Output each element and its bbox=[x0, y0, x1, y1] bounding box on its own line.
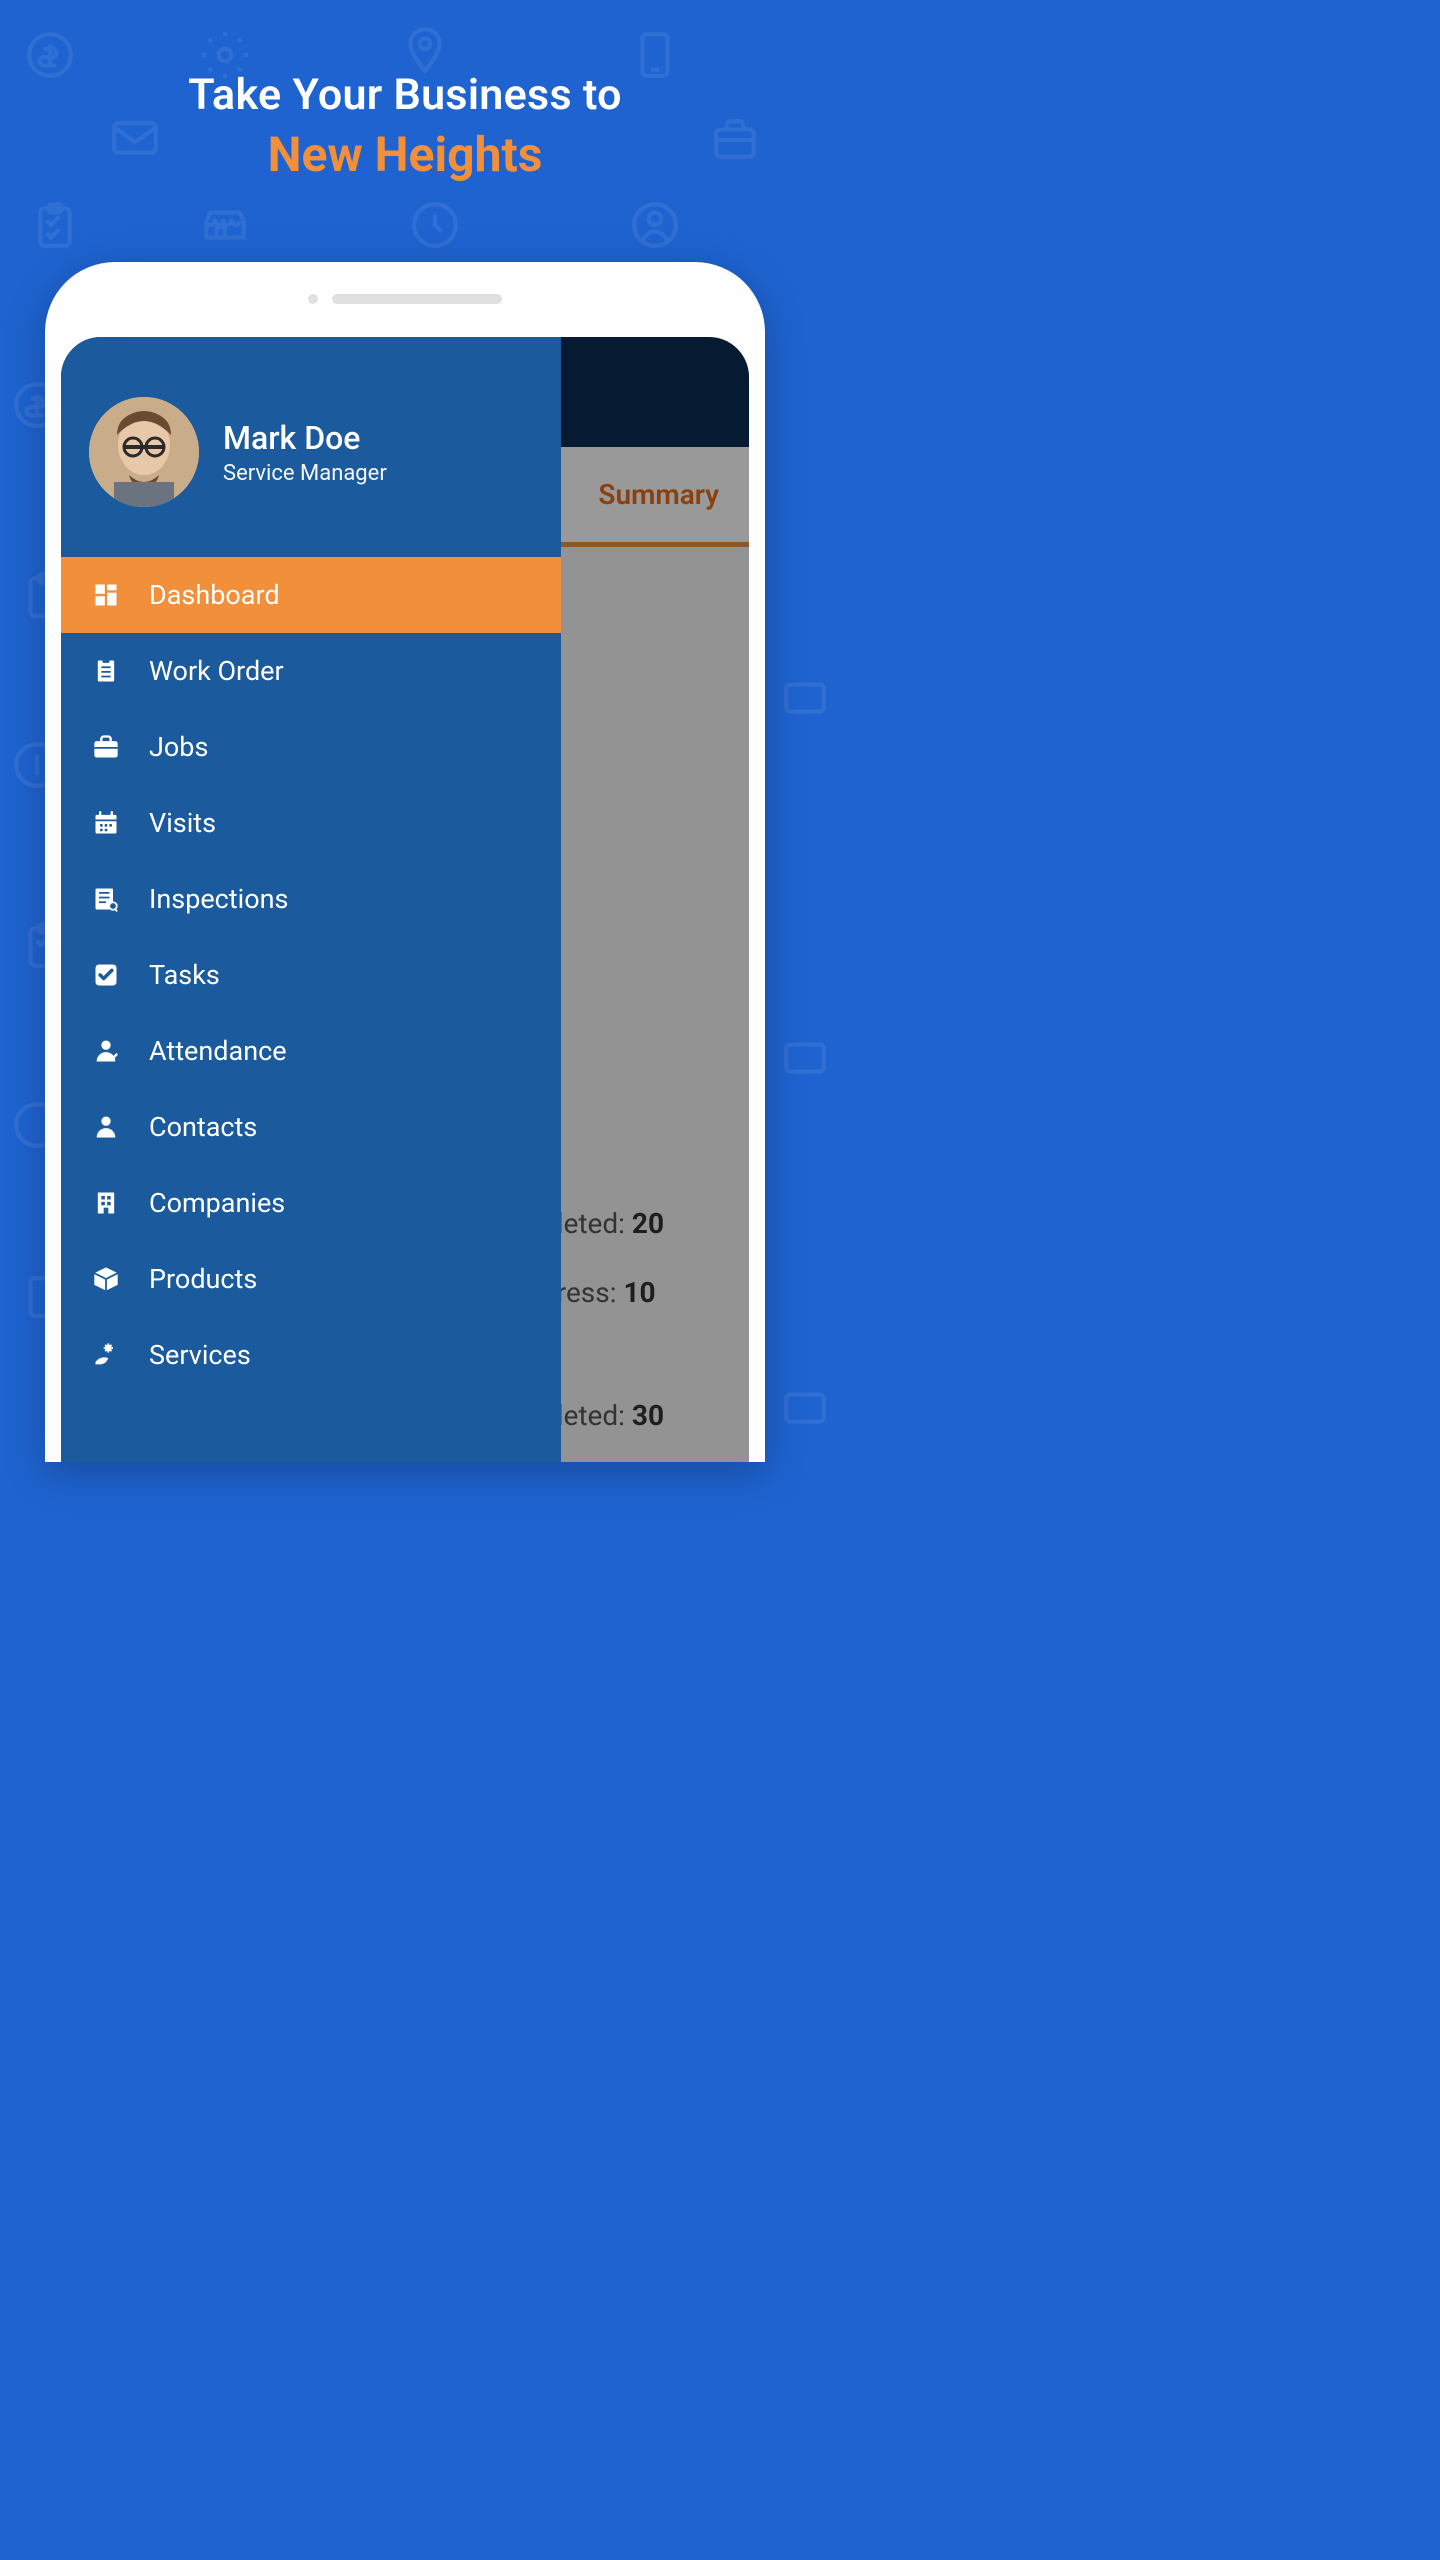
nav-item-companies[interactable]: Companies bbox=[61, 1165, 561, 1241]
checkbox-icon bbox=[91, 960, 121, 990]
nav-item-products[interactable]: Products bbox=[61, 1241, 561, 1317]
clipboard-icon bbox=[91, 656, 121, 686]
tagline-line2: New Heights bbox=[0, 126, 810, 183]
person-icon bbox=[91, 1112, 121, 1142]
nav-item-label: Products bbox=[149, 1263, 257, 1295]
nav-item-label: Services bbox=[149, 1339, 251, 1371]
user-role: Service Manager bbox=[223, 461, 387, 486]
navigation-drawer: Mark Doe Service Manager Dashboard Work … bbox=[61, 337, 561, 1462]
nav-item-label: Tasks bbox=[149, 959, 220, 991]
nav-item-jobs[interactable]: Jobs bbox=[61, 709, 561, 785]
nav-item-tasks[interactable]: Tasks bbox=[61, 937, 561, 1013]
services-icon bbox=[91, 1340, 121, 1370]
screen: Summary pleted: 20 gress: 10 pleted: 30 bbox=[61, 337, 749, 1462]
nav-item-label: Attendance bbox=[149, 1035, 287, 1067]
briefcase-icon bbox=[91, 732, 121, 762]
tagline-line1: Take Your Business to bbox=[0, 70, 810, 120]
nav-item-dashboard[interactable]: Dashboard bbox=[61, 557, 561, 633]
box-icon bbox=[91, 1264, 121, 1294]
nav-item-label: Inspections bbox=[149, 883, 288, 915]
nav-list: Dashboard Work Order Jobs bbox=[61, 557, 561, 1393]
nav-item-label: Work Order bbox=[149, 655, 284, 687]
dashboard-icon bbox=[91, 580, 121, 610]
building-icon bbox=[91, 1188, 121, 1218]
side-button-2 bbox=[761, 1032, 765, 1112]
side-button-1 bbox=[761, 792, 765, 922]
nav-item-visits[interactable]: Visits bbox=[61, 785, 561, 861]
nav-item-services[interactable]: Services bbox=[61, 1317, 561, 1393]
attendance-icon bbox=[91, 1036, 121, 1066]
tagline: Take Your Business to New Heights bbox=[0, 70, 810, 183]
nav-item-label: Dashboard bbox=[149, 579, 280, 611]
speaker bbox=[308, 294, 502, 304]
phone-frame: Summary pleted: 20 gress: 10 pleted: 30 bbox=[45, 262, 765, 1462]
nav-item-label: Contacts bbox=[149, 1111, 257, 1143]
user-name: Mark Doe bbox=[223, 419, 387, 457]
calendar-icon bbox=[91, 808, 121, 838]
nav-item-inspections[interactable]: Inspections bbox=[61, 861, 561, 937]
nav-item-label: Companies bbox=[149, 1187, 285, 1219]
nav-item-label: Visits bbox=[149, 807, 216, 839]
nav-item-label: Jobs bbox=[149, 731, 208, 763]
user-info: Mark Doe Service Manager bbox=[223, 419, 387, 486]
nav-item-attendance[interactable]: Attendance bbox=[61, 1013, 561, 1089]
inspection-icon bbox=[91, 884, 121, 914]
nav-item-contacts[interactable]: Contacts bbox=[61, 1089, 561, 1165]
drawer-header[interactable]: Mark Doe Service Manager bbox=[61, 337, 561, 557]
nav-item-workorder[interactable]: Work Order bbox=[61, 633, 561, 709]
avatar bbox=[89, 397, 199, 507]
